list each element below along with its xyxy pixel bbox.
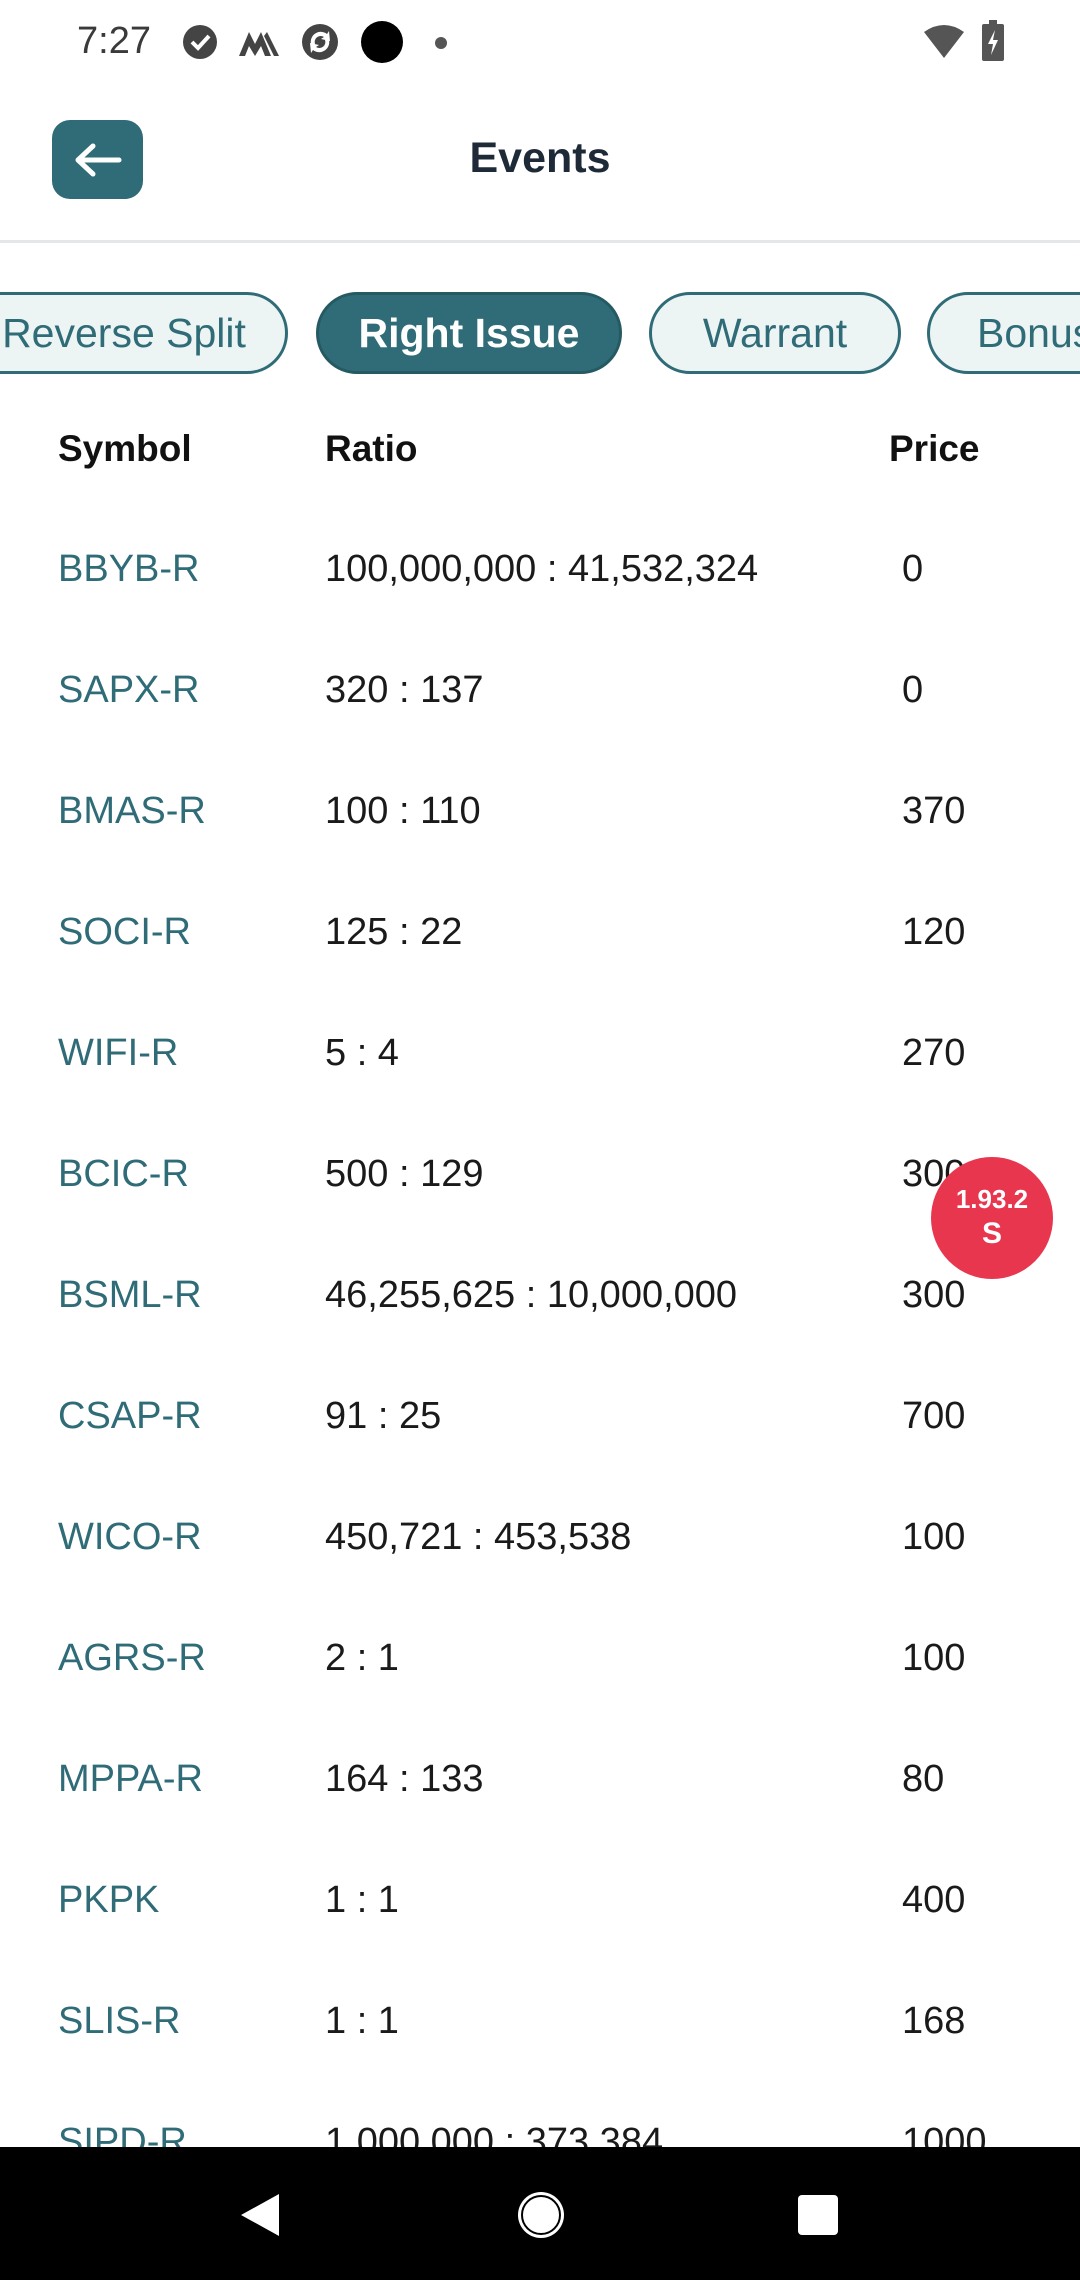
ratio-cell: 100,000,000 : 41,532,324: [325, 548, 759, 590]
table-row[interactable]: MPPA-R 164 : 133 80: [0, 1720, 1080, 1841]
price-cell: 270: [902, 1032, 966, 1074]
ratio-cell: 450,721 : 453,538: [325, 1516, 632, 1558]
table-row[interactable]: SOCI-R 125 : 22 120: [0, 873, 1080, 994]
wifi-icon: [924, 25, 964, 58]
symbol-cell[interactable]: SOCI-R: [58, 911, 191, 954]
table-header: Symbol Ratio Price: [0, 420, 1080, 480]
price-cell: 0: [902, 669, 924, 711]
badge-suffix-text: S: [981, 1217, 1002, 1250]
ratio-cell: 91 : 25: [325, 1395, 442, 1437]
table-row[interactable]: CSAP-R 91 : 25 700: [0, 1357, 1080, 1478]
dot-icon: [361, 21, 403, 63]
price-cell: 80: [902, 1758, 945, 1800]
table-row[interactable]: AGRS-R 2 : 1 100: [0, 1599, 1080, 1720]
table-row[interactable]: WICO-R 450,721 : 453,538 100: [0, 1478, 1080, 1599]
column-header-ratio: Ratio: [325, 428, 418, 469]
nav-back-button[interactable]: [232, 2187, 288, 2243]
ratio-cell: 320 : 137: [325, 669, 484, 711]
table-row[interactable]: SAPX-R 320 : 137 0: [0, 631, 1080, 752]
table-row[interactable]: BBYB-R 100,000,000 : 41,532,324 0: [0, 510, 1080, 631]
price-cell: 1000: [902, 2121, 987, 2147]
price-cell: 100: [902, 1637, 966, 1679]
symbol-cell[interactable]: WICO-R: [58, 1516, 202, 1559]
small-dot-icon: [435, 37, 447, 49]
table-row[interactable]: BCIC-R 500 : 129 300: [0, 1115, 1080, 1236]
ratio-cell: 2 : 1: [325, 1637, 399, 1679]
table-row[interactable]: BMAS-R 100 : 110 370: [0, 752, 1080, 873]
ratio-cell: 100 : 110: [325, 790, 481, 832]
tab-right-issue[interactable]: Right Issue: [316, 292, 622, 374]
event-type-tabs: Reverse Split Right Issue Warrant Bonus: [0, 292, 1080, 376]
column-header-price: Price: [889, 428, 980, 469]
price-cell: 120: [902, 911, 966, 953]
ratio-cell: 164 : 133: [325, 1758, 484, 1800]
price-cell: 370: [902, 790, 966, 832]
ratio-cell: 1,000,000 : 373,384: [325, 2121, 664, 2147]
system-nav-bar: [0, 2147, 1080, 2280]
table-row[interactable]: SIPD-R 1,000,000 : 373,384 1000: [0, 2083, 1080, 2147]
price-cell: 100: [902, 1516, 966, 1558]
symbol-cell[interactable]: SLIS-R: [58, 2000, 180, 2043]
table-row[interactable]: SLIS-R 1 : 1 168: [0, 1962, 1080, 2083]
symbol-cell[interactable]: WIFI-R: [58, 1032, 178, 1075]
price-cell: 300: [902, 1274, 966, 1316]
ratio-cell: 1 : 1: [325, 2000, 399, 2042]
ratio-cell: 125 : 22: [325, 911, 463, 953]
recents-square-icon: [798, 2195, 838, 2235]
ratio-cell: 5 : 4: [325, 1032, 399, 1074]
table-row[interactable]: WIFI-R 5 : 4 270: [0, 994, 1080, 1115]
status-bar: 7:27: [0, 0, 1080, 88]
app-logo-icon: [239, 32, 279, 56]
price-cell: 168: [902, 2000, 966, 2042]
symbol-cell[interactable]: BSML-R: [58, 1274, 202, 1317]
symbol-cell[interactable]: BCIC-R: [58, 1153, 189, 1196]
tab-warrant[interactable]: Warrant: [649, 292, 901, 374]
tab-reverse-split[interactable]: Reverse Split: [0, 292, 288, 374]
status-time: 7:27: [77, 20, 151, 62]
nav-home-button[interactable]: [513, 2187, 569, 2243]
price-cell: 700: [902, 1395, 966, 1437]
symbol-cell[interactable]: MPPA-R: [58, 1758, 203, 1801]
home-circle-icon: [518, 2192, 564, 2238]
page-title: Events: [469, 134, 611, 182]
nav-recents-button[interactable]: [790, 2187, 846, 2243]
check-circle-icon: [183, 25, 217, 59]
symbol-cell[interactable]: AGRS-R: [58, 1637, 206, 1680]
ratio-cell: 46,255,625 : 10,000,000: [325, 1274, 738, 1316]
events-table: BBYB-R 100,000,000 : 41,532,324 0 SAPX-R…: [0, 510, 1080, 2147]
version-badge[interactable]: 1.93.2 S: [931, 1157, 1053, 1279]
app-bar: Events: [0, 88, 1080, 243]
symbol-cell[interactable]: SAPX-R: [58, 669, 199, 712]
tab-bonus[interactable]: Bonus: [927, 292, 1080, 374]
symbol-cell[interactable]: SIPD-R: [58, 2121, 187, 2147]
badge-version-text: 1.93.2: [955, 1184, 1029, 1214]
ratio-cell: 1 : 1: [325, 1879, 399, 1921]
back-triangle-icon: [241, 2194, 279, 2236]
symbol-cell[interactable]: BBYB-R: [58, 548, 199, 591]
table-row[interactable]: PKPK 1 : 1 400: [0, 1841, 1080, 1962]
battery-charging-icon: [982, 20, 1004, 61]
symbol-cell[interactable]: CSAP-R: [58, 1395, 202, 1438]
price-cell: 400: [902, 1879, 966, 1921]
price-cell: 0: [902, 548, 924, 590]
symbol-cell[interactable]: PKPK: [58, 1879, 159, 1922]
sync-icon: [302, 24, 338, 60]
ratio-cell: 500 : 129: [325, 1153, 484, 1195]
symbol-cell[interactable]: BMAS-R: [58, 790, 206, 833]
column-header-symbol: Symbol: [58, 428, 192, 469]
table-row[interactable]: BSML-R 46,255,625 : 10,000,000 300: [0, 1236, 1080, 1357]
